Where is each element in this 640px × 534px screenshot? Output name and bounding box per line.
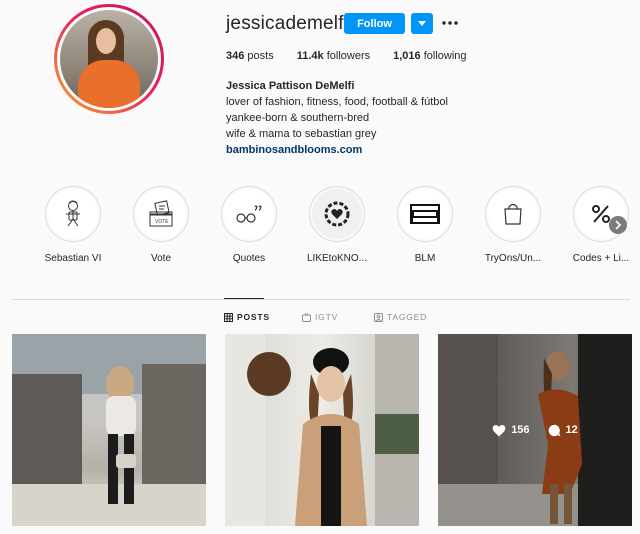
- svg-text:VOTE: VOTE: [155, 219, 169, 225]
- ellipsis-icon: [442, 21, 458, 25]
- comments-count: 12: [548, 424, 578, 437]
- avatar-body: [78, 60, 140, 108]
- likes-value: 156: [511, 424, 530, 436]
- bio-line: wife & mama to sebastian grey: [226, 128, 377, 140]
- tagged-icon: [374, 312, 383, 322]
- highlight-label: Codes + Li...: [572, 253, 630, 264]
- tab-label: POSTS: [237, 312, 270, 322]
- post-hover-overlay: 156 12: [438, 334, 632, 526]
- shopping-bag-icon: [504, 203, 522, 225]
- bio-line: lover of fashion, fitness, food, footbal…: [226, 96, 448, 108]
- post-photo: [12, 334, 206, 526]
- chevron-down-icon: [418, 20, 426, 26]
- stat-posts-label: posts: [247, 50, 274, 62]
- igtv-icon: [302, 312, 311, 322]
- stat-posts-value: 346: [226, 50, 245, 62]
- story-highlights: Sebastian VI VOTE Vote Quotes LIKEtoKNO.…: [38, 186, 629, 266]
- highlight-label: TryOns/Un...: [484, 253, 542, 264]
- tab-igtv[interactable]: IGTV: [302, 312, 338, 322]
- highlight-cover: [485, 186, 541, 242]
- highlight-label: BLM: [414, 253, 436, 264]
- more-options-button[interactable]: [441, 14, 459, 32]
- stat-followers-label: followers: [326, 50, 371, 62]
- highlight-cover: [45, 186, 101, 242]
- heart-badge-icon: [324, 201, 350, 227]
- stat-followers-value: 11.4k: [296, 50, 324, 62]
- stat-following[interactable]: 1,016 following: [393, 50, 466, 62]
- post-photo: [225, 334, 419, 526]
- suggested-dropdown-button[interactable]: [411, 13, 433, 34]
- highlight-vote[interactable]: VOTE Vote: [126, 186, 196, 264]
- post-thumbnail[interactable]: 156 12: [438, 334, 632, 526]
- post-thumbnail[interactable]: [12, 334, 206, 526]
- profile-full-name: Jessica Pattison DeMelfi: [226, 80, 355, 92]
- highlight-cover: VOTE: [133, 186, 189, 242]
- chevron-right-icon: [615, 220, 622, 230]
- profile-username: jessicademelfi: [226, 13, 349, 34]
- active-tab-indicator: [224, 298, 264, 299]
- grid-icon: [224, 312, 233, 322]
- follow-button[interactable]: Follow: [344, 13, 405, 34]
- highlight-quotes[interactable]: Quotes: [214, 186, 284, 264]
- highlight-label: Sebastian VI: [44, 253, 102, 264]
- highlight-cover: [221, 186, 277, 242]
- ballot-box-icon: VOTE: [149, 200, 173, 227]
- highlight-cover: [309, 186, 365, 242]
- tab-posts[interactable]: POSTS: [224, 312, 270, 322]
- highlights-next-button[interactable]: [609, 216, 627, 234]
- baby-drawing-icon: [66, 200, 80, 227]
- highlight-sebastian[interactable]: Sebastian VI: [38, 186, 108, 264]
- highlight-liketoknow[interactable]: LIKEtoKNO...: [302, 186, 372, 264]
- avatar-border: [57, 7, 161, 111]
- tabs-divider: [12, 299, 630, 300]
- blm-text-icon: [410, 204, 440, 224]
- heart-icon: [492, 424, 506, 436]
- likes-count: 156: [492, 424, 530, 437]
- tab-label: TAGGED: [387, 312, 428, 322]
- comment-icon: [548, 424, 561, 436]
- avatar-face: [96, 28, 116, 54]
- comments-value: 12: [565, 424, 578, 436]
- stat-following-label: following: [423, 50, 467, 62]
- stat-following-value: 1,016: [393, 50, 421, 62]
- tab-label: IGTV: [315, 312, 339, 322]
- tab-tagged[interactable]: TAGGED: [374, 312, 427, 322]
- glasses-icon: [236, 205, 262, 223]
- stat-followers[interactable]: 11.4k followers: [297, 50, 370, 62]
- highlight-tryons[interactable]: TryOns/Un...: [478, 186, 548, 264]
- highlight-cover: [397, 186, 453, 242]
- post-thumbnail[interactable]: [225, 334, 419, 526]
- stat-posts: 346 posts: [226, 50, 274, 62]
- highlight-label: Quotes: [232, 253, 266, 264]
- profile-avatar[interactable]: [54, 4, 164, 114]
- profile-stats: 346 posts 11.4k followers 1,016 following: [226, 50, 490, 62]
- highlight-label: Vote: [150, 253, 172, 264]
- highlight-label: LIKEtoKNO...: [306, 253, 368, 264]
- profile-bio: Jessica Pattison DeMelfi lover of fashio…: [226, 78, 448, 158]
- highlight-blm[interactable]: BLM: [390, 186, 460, 264]
- avatar-photo: [60, 10, 158, 108]
- profile-website-link[interactable]: bambinosandblooms.com: [226, 142, 448, 158]
- bio-line: yankee-born & southern-bred: [226, 112, 370, 124]
